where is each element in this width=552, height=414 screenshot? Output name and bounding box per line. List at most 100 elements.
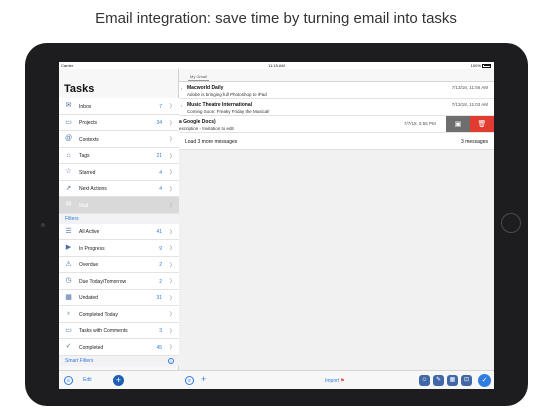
message-row[interactable]: ▪ Macworld Daily Adobe is bringing full … xyxy=(179,82,494,99)
inbox-icon: ✉ xyxy=(65,102,72,109)
sidebar-item-projects[interactable]: ▭ Projects 34 ❯ xyxy=(59,114,179,131)
sidebar-item-label: Tasks with Comments xyxy=(79,328,128,334)
home-button xyxy=(501,213,521,233)
battery-percent: 100% xyxy=(470,63,481,68)
move-icon[interactable]: ⊡ xyxy=(461,375,472,386)
sidebar-item-label: Inbox xyxy=(79,103,92,110)
message-row[interactable]: ▪ Music Theatre International Coming Soo… xyxy=(179,99,494,116)
load-more-label: Load 3 more messages xyxy=(185,139,238,145)
smart-filters-header: Smart Filters i xyxy=(59,355,179,366)
sidebar-item-label: Overdue xyxy=(79,262,99,268)
tag-icon: ⌂ xyxy=(66,151,71,159)
message-sender: Macworld Daily xyxy=(187,85,224,91)
sidebar-item-count: 31 xyxy=(156,295,162,301)
message-subject: escription - Invitation to edit xyxy=(179,125,234,131)
chevron-right-icon: ❯ xyxy=(168,185,173,192)
sidebar-item-count: 3 xyxy=(159,328,162,334)
add-button[interactable]: + xyxy=(113,375,124,386)
chevron-right-icon: ❯ xyxy=(168,228,173,235)
status-bar: Carrier 11:15 AM 100% xyxy=(59,62,494,69)
sidebar-item-count: 2 xyxy=(159,262,162,268)
sidebar-item-contexts[interactable]: @ Contexts ❯ xyxy=(59,131,179,148)
sidebar-item-inbox[interactable]: ✉ Inbox 7 ❯ xyxy=(59,98,179,115)
chevron-right-icon: ❯ xyxy=(168,245,173,251)
message-row-swiped[interactable]: a Google Docs) escription - Invitation t… xyxy=(179,116,494,133)
sidebar-item-label: Projects xyxy=(79,120,98,126)
at-icon: @ xyxy=(64,135,73,142)
sidebar-item-count: 9 xyxy=(159,245,162,252)
sidebar-item-count: 4 xyxy=(159,169,162,176)
flag-icon: ⚑ xyxy=(340,378,345,384)
sidebar-item-next-actions[interactable]: ➚ Next Actions 4 ❯ xyxy=(59,180,179,197)
sidebar: Tasks ✉ Inbox 7 ❯ ▭ Projects 34 ❯ @ Contexts ❯ ⌂ Tag… xyxy=(59,69,179,389)
sidebar-item-mail[interactable]: ✉ Mail ❯ xyxy=(59,197,179,214)
clock: 11:15 AM xyxy=(268,63,285,68)
archive-button[interactable]: ▣ xyxy=(446,116,470,132)
comment-icon: ▭ xyxy=(65,326,72,334)
message-marker-icon: ▪ xyxy=(181,86,183,91)
delete-button[interactable]: 🗑 xyxy=(470,116,494,132)
sidebar-item-label: Undated xyxy=(79,295,98,301)
tab-my-gmail[interactable]: My Gmail xyxy=(188,73,209,81)
clock-icon: ◷ xyxy=(65,277,72,284)
sidebar-toolbar: ≡ Edit + xyxy=(59,370,179,389)
trash-icon: 🗑 xyxy=(477,121,487,128)
chevron-right-icon: ❯ xyxy=(168,344,173,350)
import-label: Import xyxy=(325,378,340,384)
assign-icon[interactable]: ☺ xyxy=(419,375,430,386)
bulb-icon: ♁ xyxy=(65,310,72,317)
chevron-right-icon: ❯ xyxy=(168,311,173,317)
sidebar-item-starred[interactable]: ☆ Starred 4 ❯ xyxy=(59,164,179,181)
chevron-right-icon: ❯ xyxy=(168,278,173,284)
sidebar-item-label: In Progress xyxy=(79,245,105,252)
message-subject: Adobe is bringing full Photoshop to iPad xyxy=(187,91,267,97)
message-date: 7/13/18, 11:03 AM xyxy=(451,102,488,107)
message-date: 7/13/18, 11:56 AM xyxy=(451,85,488,90)
menu-icon[interactable]: ≡ xyxy=(185,376,194,385)
calendar-icon[interactable]: ▦ xyxy=(447,375,458,386)
mail-tabbar: My Gmail xyxy=(179,69,494,82)
sidebar-item-label: Completed Today xyxy=(79,311,118,318)
main-toolbar: ≡ + Import⚑ ☺ ✎ ▦ ⊡ ✓ xyxy=(179,370,494,389)
sidebar-item-label: Due Today/Tomorrow xyxy=(79,278,127,285)
sidebar-item-due-today-tomorrow[interactable]: ◷ Due Today/Tomorrow 2 ❯ xyxy=(59,273,179,290)
sidebar-title: Tasks xyxy=(64,83,95,95)
sidebar-item-undated[interactable]: ▦ Undated 31 ❯ xyxy=(59,289,179,306)
chevron-right-icon: ❯ xyxy=(168,103,173,109)
chevron-right-icon: ❯ xyxy=(168,119,173,126)
edit-icon[interactable]: ✎ xyxy=(433,375,444,386)
camera xyxy=(41,223,45,227)
sidebar-item-completed-today[interactable]: ♁ Completed Today ❯ xyxy=(59,306,179,323)
chevron-right-icon: ❯ xyxy=(168,294,173,301)
menu-icon[interactable]: ≡ xyxy=(64,376,73,385)
chevron-right-icon: ❯ xyxy=(168,202,173,208)
chevron-right-icon: ❯ xyxy=(168,152,173,159)
complete-icon[interactable]: ✓ xyxy=(478,374,491,387)
message-count: 3 messages xyxy=(461,139,488,145)
chevron-right-icon: ❯ xyxy=(168,169,173,175)
import-button[interactable]: Import⚑ xyxy=(325,378,345,384)
sidebar-item-label: Starred xyxy=(79,169,96,176)
sidebar-item-in-progress[interactable]: ▶ In Progress 9 ❯ xyxy=(59,240,179,257)
sidebar-item-count: 45 xyxy=(156,344,162,351)
sidebar-item-count: 34 xyxy=(156,120,162,126)
folder-icon: ▭ xyxy=(65,118,72,126)
arrow-icon: ➚ xyxy=(65,184,72,192)
sidebar-item-overdue[interactable]: ⚠ Overdue 2 ❯ xyxy=(59,256,179,273)
star-icon: ☆ xyxy=(65,168,72,175)
sidebar-item-tasks-with-comments[interactable]: ▭ Tasks with Comments 3 ❯ xyxy=(59,322,179,339)
sidebar-item-tags[interactable]: ⌂ Tags 21 ❯ xyxy=(59,147,179,164)
sidebar-item-completed[interactable]: ✓ Completed 45 ❯ xyxy=(59,339,179,356)
sidebar-item-count: 41 xyxy=(156,229,162,235)
edit-button[interactable]: Edit xyxy=(83,377,92,383)
message-subject: Coming Soon: Freaky Friday the Musical! xyxy=(187,108,270,114)
sidebar-item-label: Contexts xyxy=(79,136,99,143)
info-icon[interactable]: i xyxy=(168,357,174,364)
sidebar-item-label: Tags xyxy=(79,153,90,159)
add-icon[interactable]: + xyxy=(201,374,206,384)
load-more-row[interactable]: Load 3 more messages 3 messages xyxy=(179,133,494,150)
smart-filters-label: Smart Filters xyxy=(65,357,94,364)
chevron-right-icon: ❯ xyxy=(168,136,173,142)
page-headline: Email integration: save time by turning … xyxy=(95,10,457,27)
sidebar-item-all-active[interactable]: ☰ All Active 41 ❯ xyxy=(59,223,179,240)
